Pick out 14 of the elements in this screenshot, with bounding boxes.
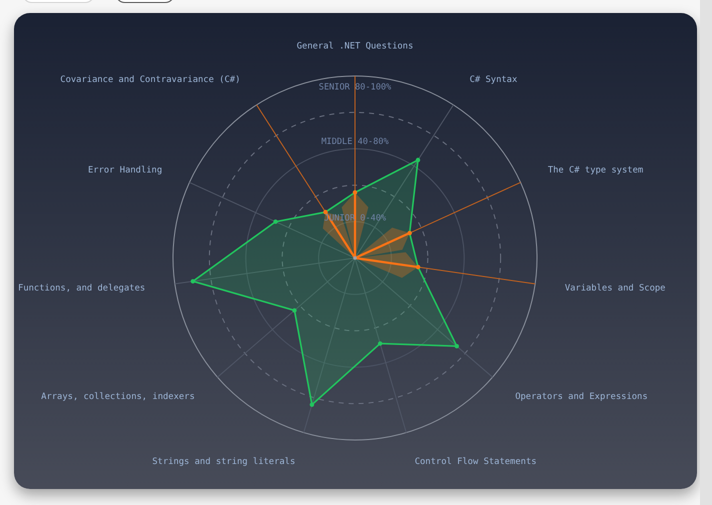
axis-label: Variables and Scope: [564, 284, 666, 294]
level-label: SENIOR 80-100%: [318, 82, 392, 92]
axis-label: C# Syntax: [470, 75, 518, 86]
axis-label: Control Flow Statements: [414, 456, 537, 467]
level-label: MIDDLE 40-80%: [321, 136, 389, 147]
axis-label: Strings and string literals: [152, 456, 296, 467]
axis-label: The C# type system: [548, 165, 644, 176]
axis-label: Arrays, collections, indexers: [41, 392, 195, 402]
scrollbar[interactable]: [700, 0, 712, 505]
axis-label: Operators and Expressions: [515, 392, 648, 402]
axis-label: Functions, and delegates: [18, 284, 146, 294]
axis-label: General .NET Questions: [296, 41, 414, 52]
axis-label: Error Handling: [88, 165, 162, 176]
axis-label: Covariance and Contravariance (C#): [60, 75, 240, 86]
